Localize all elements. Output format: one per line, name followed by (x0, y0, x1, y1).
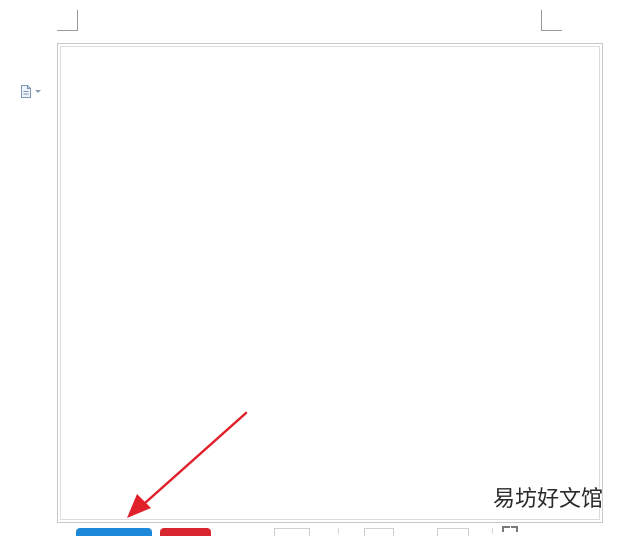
document-icon (21, 84, 31, 98)
document-dropdown-button[interactable] (20, 84, 44, 98)
toolbar-field-1[interactable] (274, 528, 310, 536)
secondary-button[interactable] (160, 528, 211, 536)
toolbar-field-2[interactable] (364, 528, 394, 536)
text-box[interactable] (60, 46, 600, 520)
fullscreen-icon[interactable] (502, 526, 510, 532)
toolbar-field-3[interactable] (437, 528, 469, 536)
primary-button[interactable] (76, 528, 152, 536)
chevron-down-icon (35, 89, 41, 93)
crop-mark-top-right (541, 10, 562, 31)
toolbar-divider (492, 528, 493, 534)
crop-mark-top-left (57, 10, 78, 31)
toolbar-divider (338, 528, 339, 534)
fullscreen-icon-right (511, 526, 518, 532)
document-page[interactable] (57, 43, 603, 523)
watermark-text: 易坊好文馆 (493, 487, 604, 512)
